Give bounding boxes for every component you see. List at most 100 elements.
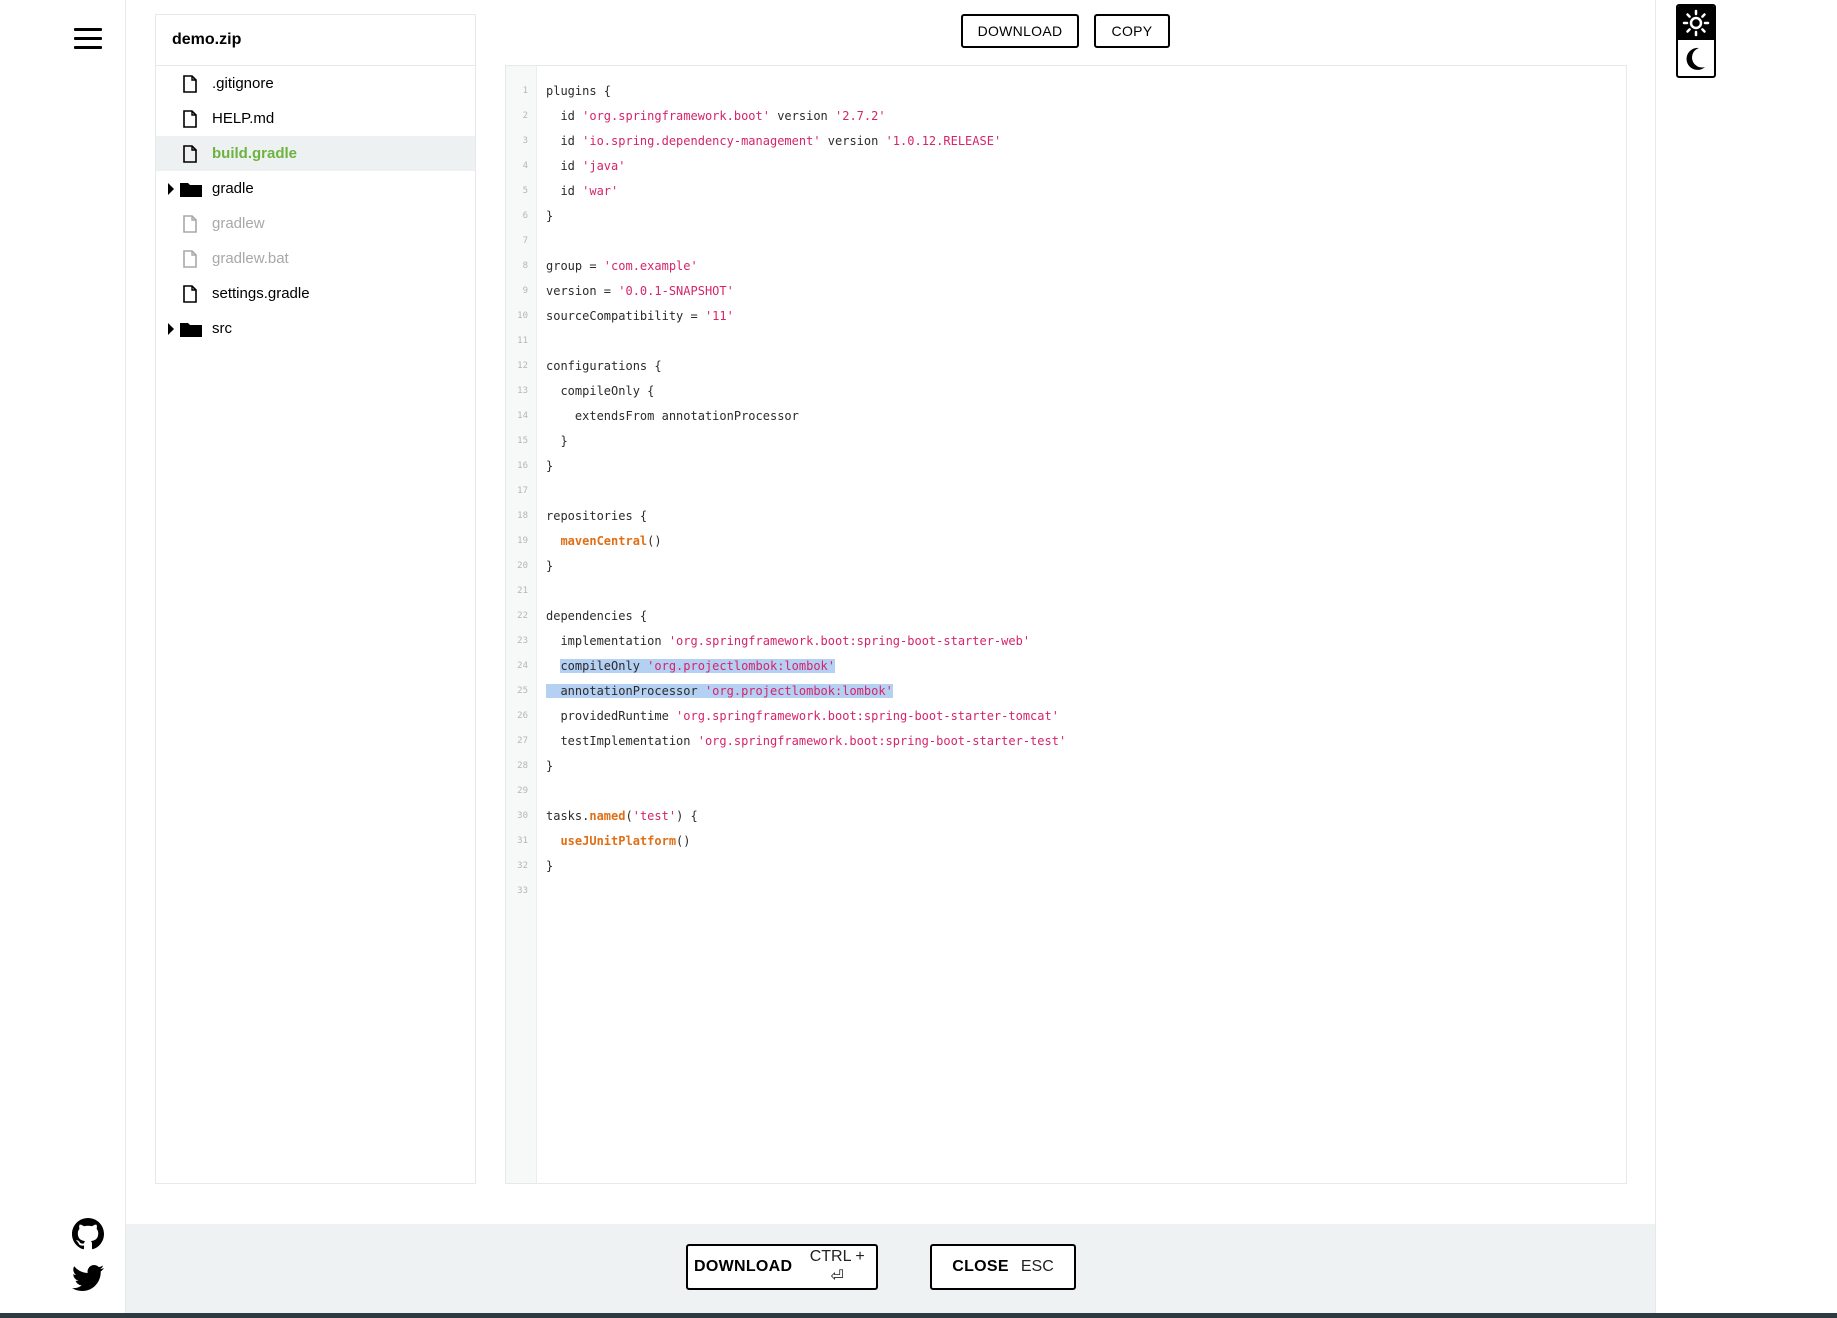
tree-item[interactable]: build.gradle bbox=[156, 136, 475, 171]
line-number: 2 bbox=[522, 111, 528, 121]
tree-item[interactable]: gradle bbox=[156, 171, 475, 206]
code-text: compileOnly { bbox=[546, 379, 654, 404]
code-token: implementation bbox=[546, 634, 669, 648]
line-number: 18 bbox=[517, 511, 528, 521]
code-line: 13 compileOnly { bbox=[506, 379, 1626, 404]
code-token: () bbox=[676, 834, 691, 848]
line-number: 10 bbox=[517, 311, 528, 321]
code-line: 33 bbox=[506, 879, 1626, 904]
code-text: tasks.named('test') { bbox=[546, 804, 698, 829]
file-explorer: demo.zip .gitignore HELP.md build.gradle gr… bbox=[155, 14, 476, 1184]
github-icon[interactable] bbox=[72, 1218, 104, 1250]
code-text: providedRuntime 'org.springframework.boo… bbox=[546, 704, 1059, 729]
code-line: 30 tasks.named('test') { bbox=[506, 804, 1626, 829]
code-text: } bbox=[546, 554, 553, 579]
code-line: 3 id 'io.spring.dependency-management' v… bbox=[506, 129, 1626, 154]
tree-item[interactable]: gradlew.bat bbox=[156, 241, 475, 276]
file-icon bbox=[183, 250, 197, 268]
tree-item[interactable]: settings.gradle bbox=[156, 276, 475, 311]
twitter-icon[interactable] bbox=[72, 1262, 104, 1294]
tree-item[interactable]: HELP.md bbox=[156, 101, 475, 136]
function-token: named bbox=[589, 809, 626, 823]
line-number: 25 bbox=[517, 686, 528, 696]
line-number: 15 bbox=[517, 436, 528, 446]
code-token: plugins { bbox=[546, 84, 612, 98]
string-token: '1.0.12.RELEASE' bbox=[885, 134, 1002, 148]
code-token: extendsFrom annotationProcessor bbox=[546, 409, 799, 423]
copy-button[interactable]: COPY bbox=[1094, 14, 1170, 48]
line-number: 32 bbox=[517, 861, 528, 871]
line-number: 12 bbox=[517, 361, 528, 371]
code-token: version bbox=[769, 109, 835, 123]
tree-item-label: gradle bbox=[212, 180, 254, 197]
tree-item-label: src bbox=[212, 320, 232, 337]
sun-icon[interactable] bbox=[1678, 6, 1714, 40]
code-text: dependencies { bbox=[546, 604, 647, 629]
code-text: testImplementation 'org.springframework.… bbox=[546, 729, 1066, 754]
hamburger-menu-icon[interactable] bbox=[74, 28, 102, 50]
code-line: 10 sourceCompatibility = '11' bbox=[506, 304, 1626, 329]
line-number: 13 bbox=[517, 386, 528, 396]
code-line: 18 repositories { bbox=[506, 504, 1626, 529]
code-text: useJUnitPlatform() bbox=[546, 829, 691, 854]
code-text: id 'war' bbox=[546, 179, 618, 204]
code-viewer[interactable]: 1 plugins {2 id 'org.springframework.boot… bbox=[505, 65, 1627, 1184]
string-token: 'org.projectlombok:lombok' bbox=[647, 659, 835, 673]
download-button[interactable]: DOWNLOAD bbox=[961, 14, 1079, 48]
string-token: 'org.springframework.boot:spring-boot-st… bbox=[668, 634, 1031, 648]
moon-icon[interactable] bbox=[1678, 42, 1714, 76]
code-token: } bbox=[546, 759, 554, 773]
tree-item[interactable]: src bbox=[156, 311, 475, 346]
theme-toggle[interactable] bbox=[1676, 4, 1716, 78]
caret-right-icon[interactable] bbox=[168, 323, 174, 335]
line-number: 30 bbox=[517, 811, 528, 821]
footer-download-button[interactable]: DOWNLOAD CTRL + ⏎ bbox=[686, 1244, 878, 1290]
tree-item[interactable]: .gitignore bbox=[156, 66, 475, 101]
bottom-strip bbox=[0, 1313, 1837, 1318]
line-number: 3 bbox=[522, 136, 528, 146]
code-text: annotationProcessor 'org.projectlombok:l… bbox=[546, 679, 893, 704]
code-token: () bbox=[647, 534, 662, 548]
footer-close-label: CLOSE bbox=[952, 1258, 1009, 1275]
archive-title: demo.zip bbox=[156, 15, 475, 66]
code-line: 25 annotationProcessor 'org.projectlombo… bbox=[506, 679, 1626, 704]
left-rail bbox=[0, 0, 126, 1318]
code-line: 23 implementation 'org.springframework.b… bbox=[506, 629, 1626, 654]
code-text: id 'java' bbox=[546, 154, 625, 179]
code-line: 11 bbox=[506, 329, 1626, 354]
code-token: compileOnly { bbox=[546, 384, 655, 398]
line-number: 27 bbox=[517, 736, 528, 746]
string-token: 'com.example' bbox=[603, 259, 698, 273]
string-token: 'org.springframework.boot:spring-boot-st… bbox=[676, 709, 1059, 723]
string-token: 'org.springframework.boot:spring-boot-st… bbox=[697, 734, 1067, 748]
footer-close-button[interactable]: CLOSE ESC bbox=[930, 1244, 1076, 1290]
code-line: 14 extendsFrom annotationProcessor bbox=[506, 404, 1626, 429]
caret-right-icon[interactable] bbox=[168, 183, 174, 195]
code-line: 16} bbox=[506, 454, 1626, 479]
line-number: 14 bbox=[517, 411, 528, 421]
line-number: 7 bbox=[522, 236, 528, 246]
code-line: 28} bbox=[506, 754, 1626, 779]
code-text: configurations { bbox=[546, 354, 662, 379]
file-icon bbox=[183, 215, 197, 233]
code-token: configurations { bbox=[546, 359, 662, 373]
code-line: 4 id 'java' bbox=[506, 154, 1626, 179]
code-token: } bbox=[546, 434, 568, 448]
code-line: 17 bbox=[506, 479, 1626, 504]
string-token: 'io.spring.dependency-management' bbox=[582, 134, 821, 148]
line-number: 22 bbox=[517, 611, 528, 621]
line-number: 21 bbox=[517, 586, 528, 596]
file-icon bbox=[183, 285, 197, 303]
code-token: dependencies { bbox=[546, 609, 648, 623]
line-number: 5 bbox=[522, 186, 528, 196]
footer-download-label: DOWNLOAD bbox=[694, 1258, 793, 1275]
tree-item[interactable]: gradlew bbox=[156, 206, 475, 241]
code-token: ) { bbox=[676, 809, 698, 823]
line-number: 28 bbox=[517, 761, 528, 771]
line-number: 1 bbox=[522, 86, 528, 96]
folder-icon bbox=[180, 183, 202, 197]
code-text: } bbox=[546, 429, 568, 454]
